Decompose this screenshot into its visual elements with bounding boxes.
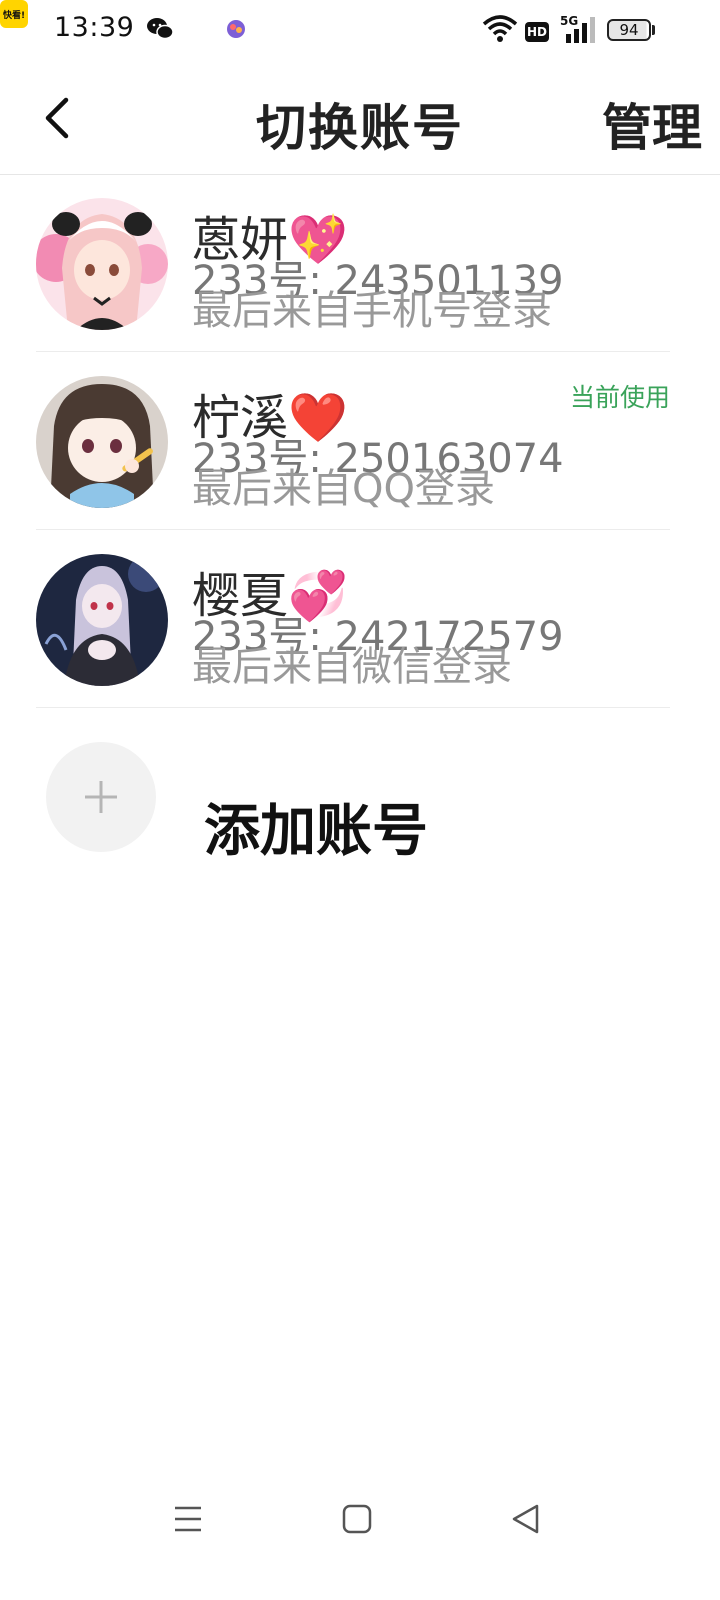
kuaikan-icon: 快看! <box>0 0 28 28</box>
wifi-icon <box>482 15 518 42</box>
manage-button[interactable]: 管理 <box>602 88 702 160</box>
add-account-label: 添加账号 <box>204 799 428 864</box>
home-square-icon[interactable] <box>342 1502 372 1536</box>
add-account-circle <box>46 742 156 852</box>
avatar <box>36 376 168 508</box>
account-login-source: 最后来自微信登录 <box>192 644 512 690</box>
current-account-badge: 当前使用 <box>569 383 670 412</box>
status-time: 13:39 <box>54 12 135 43</box>
app-icon <box>227 20 245 38</box>
battery-cap <box>652 25 655 35</box>
account-item[interactable]: 樱夏💞 233号: 242172579 最后来自微信登录 <box>36 530 670 708</box>
account-item[interactable]: 蒽妍💖 233号: 243501139 最后来自手机号登录 <box>36 174 670 352</box>
avatar <box>36 554 168 686</box>
plus-icon <box>85 781 117 813</box>
wechat-icon <box>147 18 174 40</box>
back-triangle-icon[interactable] <box>510 1502 540 1536</box>
account-login-source: 最后来自QQ登录 <box>192 466 495 512</box>
status-bar: 13:39 快看! HD 5G 94 <box>0 0 720 64</box>
signal-icon: 5G <box>560 14 595 43</box>
avatar <box>36 198 168 330</box>
system-nav-bar <box>0 1480 720 1560</box>
battery-icon: 94 <box>607 19 651 41</box>
svg-text:5G: 5G <box>560 14 578 28</box>
hd-icon: HD <box>525 22 549 42</box>
header: 切换账号 管理 <box>0 64 720 175</box>
account-login-source: 最后来自手机号登录 <box>192 288 552 334</box>
account-item[interactable]: 柠溪❤️ 233号: 250163074 最后来自QQ登录 当前使用 <box>36 352 670 530</box>
add-account-button[interactable]: 添加账号 <box>36 724 670 874</box>
menu-icon[interactable] <box>172 1502 204 1536</box>
